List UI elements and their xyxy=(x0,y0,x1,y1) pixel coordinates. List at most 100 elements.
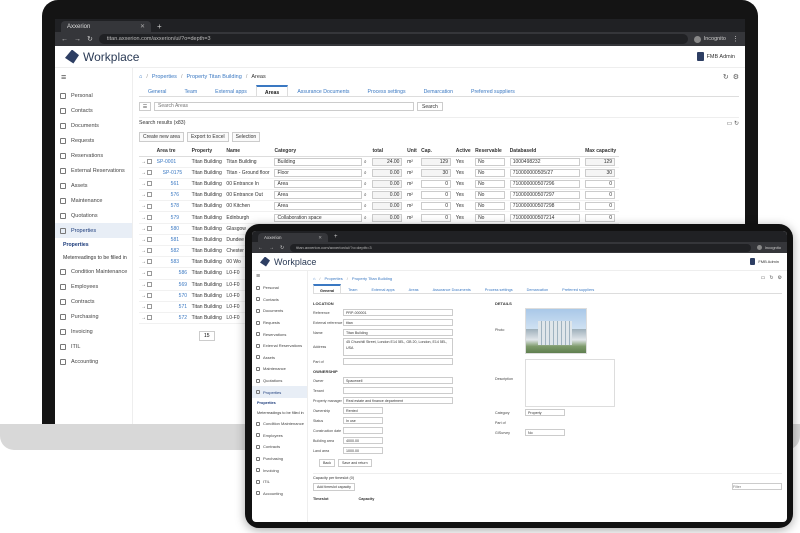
sidebar-item-purchasing[interactable]: Purchasing xyxy=(252,453,307,465)
tab-preferred-suppliers[interactable]: Preferred suppliers xyxy=(555,284,601,293)
area-link[interactable]: 572 xyxy=(179,315,187,321)
browser-tab[interactable]: Axxerion ✕ xyxy=(61,21,151,32)
column-active[interactable]: Active xyxy=(453,146,474,157)
search-dropdown[interactable]: Search xyxy=(417,101,443,111)
land-area-input[interactable]: 1000.00 xyxy=(343,447,383,454)
sidebar-item-requests[interactable]: Requests xyxy=(55,133,132,148)
sidebar-item-condition-maintenance[interactable]: Condition Maintenance xyxy=(55,264,132,279)
databaseid-field[interactable]: 710000000505/27 xyxy=(509,168,580,177)
column-name[interactable]: Name xyxy=(224,146,273,157)
select-all-column[interactable] xyxy=(139,146,155,157)
search-icon[interactable]: ⌕ xyxy=(362,170,367,176)
total-input[interactable]: 0.00 xyxy=(372,191,403,200)
new-tab-button[interactable]: + xyxy=(334,233,338,242)
row-checkbox[interactable] xyxy=(147,270,153,276)
monitor-icon[interactable]: ▭ xyxy=(761,275,766,281)
capacity-filter-input[interactable] xyxy=(732,483,782,490)
sidebar-item-employees[interactable]: Employees xyxy=(55,279,132,294)
forward-icon[interactable]: → xyxy=(269,245,274,251)
back-icon[interactable]: ← xyxy=(61,36,68,43)
sidebar-item-itil[interactable]: ITIL xyxy=(55,339,132,354)
row-checkbox[interactable] xyxy=(147,293,153,299)
reservable-select[interactable]: No xyxy=(475,168,506,177)
gis-select[interactable]: No xyxy=(525,429,565,436)
max-capacity-input[interactable]: 129 xyxy=(585,157,616,166)
property-manager-input[interactable]: Real estate and finance department xyxy=(343,397,453,404)
close-icon[interactable]: ✕ xyxy=(318,235,322,241)
home-icon[interactable]: ⌂ xyxy=(139,74,142,80)
breadcrumb-item-properties[interactable]: Properties xyxy=(325,276,343,281)
tab-team[interactable]: Team xyxy=(175,85,206,96)
search-icon[interactable]: ⌕ xyxy=(362,159,367,165)
tab-team[interactable]: Team xyxy=(341,284,364,293)
table-row[interactable]: → 578 Titan Building 00 Kitchen Area ⌕ 0.00 m… xyxy=(139,200,619,213)
databaseid-field[interactable]: 710000000507214 xyxy=(509,213,580,222)
category-select[interactable]: Area xyxy=(274,202,363,211)
area-link[interactable]: 569 xyxy=(179,282,187,288)
row-checkbox[interactable] xyxy=(147,181,153,187)
area-link[interactable]: 570 xyxy=(179,293,187,299)
owner-input[interactable]: Spacewell xyxy=(343,377,453,384)
breadcrumb-item-property-titan-building[interactable]: Property Titan Building xyxy=(186,74,241,80)
refresh-icon[interactable]: ↻ xyxy=(769,275,773,281)
column-cap[interactable]: Cap. xyxy=(419,146,454,157)
area-link[interactable]: 579 xyxy=(171,215,179,221)
total-input[interactable]: 0.00 xyxy=(372,179,403,188)
status-input[interactable]: In use xyxy=(343,417,383,424)
cap-input[interactable]: 0 xyxy=(421,191,452,200)
area-link[interactable]: 561 xyxy=(171,181,179,187)
column-capacity[interactable]: Capacity xyxy=(359,497,375,501)
tab-external-apps[interactable]: External apps xyxy=(206,85,256,96)
cap-input[interactable]: 0 xyxy=(421,202,452,211)
home-icon[interactable]: ⌂ xyxy=(313,276,315,281)
browser-tab[interactable]: Axxerion ✕ xyxy=(258,233,328,242)
area-link[interactable]: SP-0001 xyxy=(157,159,176,165)
table-row[interactable]: → SP-0175 Titan Building Titan - Ground fl… xyxy=(139,167,619,179)
refresh-icon[interactable]: ↻ xyxy=(723,73,729,81)
ownership-input[interactable]: Rented xyxy=(343,407,383,414)
sidebar-item-purchasing[interactable]: Purchasing xyxy=(55,309,132,324)
part-of-input[interactable] xyxy=(343,358,453,365)
max-capacity-input[interactable]: 0 xyxy=(585,191,616,200)
breadcrumb-item-property-titan-building[interactable]: Property Titan Building xyxy=(352,276,392,281)
tab-preferred-suppliers[interactable]: Preferred suppliers xyxy=(462,85,524,96)
page-size-select[interactable]: 15 xyxy=(199,331,215,342)
selection-button[interactable]: Selection xyxy=(231,132,261,142)
tab-process-settings[interactable]: Process settings xyxy=(359,85,415,96)
tab-areas[interactable]: Areas xyxy=(402,284,426,293)
area-link[interactable]: 583 xyxy=(171,259,179,265)
row-checkbox[interactable] xyxy=(147,214,153,220)
max-capacity-input[interactable]: 0 xyxy=(585,202,616,211)
table-row[interactable]: → 576 Titan Building 00 Entrance Out Area ⌕… xyxy=(139,189,619,202)
table-row[interactable]: → 561 Titan Building 00 Entrance In Area ⌕ 0… xyxy=(139,178,619,191)
row-checkbox[interactable] xyxy=(147,192,153,198)
row-checkbox[interactable] xyxy=(147,158,153,164)
sidebar-item-documents[interactable]: Documents xyxy=(55,118,132,133)
sidebar-subhead[interactable]: Properties xyxy=(55,238,132,251)
sidebar-item-invoicing[interactable]: Invoicing xyxy=(252,464,307,476)
category-select[interactable]: Area xyxy=(274,191,363,200)
max-capacity-input[interactable]: 0 xyxy=(585,213,616,222)
sidebar-item-properties[interactable]: Properties xyxy=(252,386,307,398)
sidebar-item-accounting[interactable]: Accounting xyxy=(55,354,132,369)
save-and-return-button[interactable]: Save and return xyxy=(338,459,372,467)
app-logo[interactable]: Workplace xyxy=(260,256,316,267)
sidebar-subhead[interactable]: Properties xyxy=(252,398,307,408)
close-icon[interactable]: ✕ xyxy=(140,23,145,30)
url-field[interactable]: titan.axxerion.com/axxerion/ui/?o=depth=… xyxy=(98,34,688,44)
tab-assurance-documents[interactable]: Assurance Documents xyxy=(288,85,358,96)
table-row[interactable]: → 579 Titan Building Edinburgh Collaboratio… xyxy=(139,211,619,224)
name-input[interactable]: Titan Building xyxy=(343,329,453,336)
sidebar-item-assets[interactable]: Assets xyxy=(55,178,132,193)
external-reference-input[interactable]: titan xyxy=(343,319,453,326)
column-timeslot[interactable]: Timeslot xyxy=(313,497,329,501)
user-menu[interactable]: FMB Admin xyxy=(696,52,735,61)
row-checkbox[interactable] xyxy=(147,259,153,265)
column-area-tre[interactable]: Area tre xyxy=(154,146,190,157)
reservable-select[interactable]: No xyxy=(475,179,506,188)
sidebar-item-requests[interactable]: Requests xyxy=(252,317,307,329)
total-input[interactable]: 0.00 xyxy=(372,202,403,211)
tab-demarcation[interactable]: Demarcation xyxy=(520,284,556,293)
incognito-indicator[interactable]: Incognito xyxy=(693,35,726,43)
category-select[interactable]: Floor xyxy=(274,168,363,177)
